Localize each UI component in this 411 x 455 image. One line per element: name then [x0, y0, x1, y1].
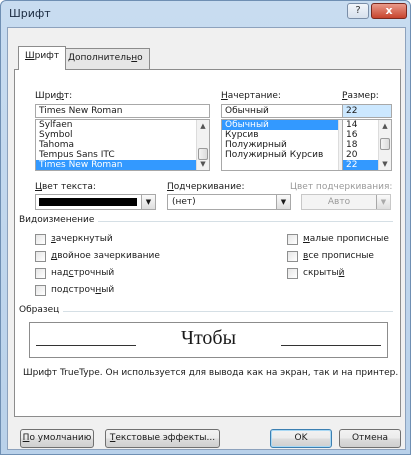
text-effects-button[interactable]: Текстовые эффекты... [105, 429, 220, 448]
underline-label: Подчеркивание: [167, 182, 245, 192]
size-label: Размер: [342, 91, 379, 101]
size-list-scrollbar[interactable]: ▲ ▼ [378, 120, 391, 170]
preview-divider [21, 311, 393, 312]
checkbox-box[interactable] [287, 268, 298, 279]
preview-box: Чтобы [29, 322, 388, 358]
underline-color-label: Цвет подчеркивания: [290, 182, 393, 192]
underline-value: (нет) [172, 197, 196, 207]
ok-button[interactable]: OK [270, 429, 332, 448]
checkbox-box[interactable] [287, 251, 298, 262]
tab-font-accel: Ш [25, 51, 35, 61]
list-item-selected[interactable]: Times New Roman [36, 160, 209, 170]
scroll-up-icon[interactable]: ▲ [379, 121, 391, 131]
scroll-down-icon[interactable]: ▼ [197, 159, 209, 169]
tab-advanced-label-rest: о [137, 53, 143, 63]
font-name-list[interactable]: Sylfaen Symbol Tahoma Tempus Sans ITC Ti… [35, 119, 210, 171]
preview-note: Шрифт TrueType. Он используется для выво… [23, 368, 399, 378]
tab-font[interactable]: Шрифт [18, 46, 67, 70]
list-item[interactable]: Полужирный [222, 140, 351, 150]
preview-title: Образец [19, 305, 64, 315]
checkbox-box[interactable] [287, 234, 298, 245]
close-icon: x [385, 4, 393, 17]
checkbox-box[interactable] [35, 268, 46, 279]
font-size-input[interactable]: 22 [342, 104, 392, 118]
chevron-down-icon[interactable]: ▼ [276, 195, 290, 209]
tab-advanced-label: Дополнитель [68, 53, 132, 63]
font-name-input[interactable]: Times New Roman [35, 104, 210, 118]
font-style-input[interactable]: Обычный [221, 104, 352, 118]
checkbox-box[interactable] [35, 285, 46, 296]
list-item[interactable]: Курсив [222, 130, 351, 140]
font-style-list[interactable]: Обычный Курсив Полужирный Полужирный Кур… [221, 119, 352, 171]
title-bar: Шрифт ? x [1, 1, 410, 27]
font-dialog: Шрифт ? x Шрифт Дополнительно Шрифт: Tim… [0, 0, 411, 455]
checkbox-label: малые прописные [303, 234, 389, 244]
checkbox-label: подстрочный [51, 285, 115, 295]
checkbox-label: все прописные [303, 251, 374, 261]
help-icon: ? [355, 5, 361, 16]
checkbox-box[interactable] [35, 234, 46, 245]
scroll-up-icon[interactable]: ▲ [197, 121, 209, 131]
font-size-list[interactable]: 14 16 18 20 22 ▲ ▼ [342, 119, 392, 171]
cancel-button[interactable]: Отмена [339, 429, 401, 448]
set-default-button[interactable]: По умолчанию [20, 429, 94, 448]
tab-font-label-rest: рифт [34, 51, 60, 61]
font-list-scrollbar[interactable]: ▲ ▼ [196, 120, 209, 170]
scroll-thumb[interactable] [380, 138, 390, 150]
checkbox-label: двойное зачеркивание [51, 251, 160, 261]
text-color-select[interactable]: ▼ [35, 194, 156, 210]
window-title: Шрифт [9, 7, 51, 20]
list-item[interactable]: Symbol [36, 130, 209, 140]
scroll-down-icon[interactable]: ▼ [379, 159, 391, 169]
list-item[interactable]: Sylfaen [36, 120, 209, 130]
effects-title: Видоизменение [19, 215, 99, 225]
list-item[interactable]: Полужирный Курсив [222, 150, 351, 160]
font-label: Шрифт: [35, 91, 73, 101]
help-button[interactable]: ? [347, 3, 369, 19]
checkbox-label: надстрочный [51, 268, 115, 278]
underline-select[interactable]: (нет) ▼ [167, 194, 291, 210]
checkbox-label: скрытый [303, 268, 345, 278]
chevron-down-icon[interactable]: ▼ [141, 195, 155, 209]
list-item-selected[interactable]: Обычный [222, 120, 351, 130]
color-swatch [39, 198, 137, 206]
checkbox-label: зачеркнутый [51, 234, 113, 244]
list-item[interactable]: Tahoma [36, 140, 209, 150]
text-color-label: Цвет текста: [35, 182, 96, 192]
preview-sample-text: Чтобы [180, 327, 237, 349]
underline-color-value: Авто [327, 197, 351, 207]
tab-advanced[interactable]: Дополнительно [61, 48, 150, 69]
underline-color-select: Авто ▼ [301, 194, 391, 210]
dialog-client: Шрифт Дополнительно Шрифт: Times New Rom… [7, 27, 406, 450]
close-button[interactable]: x [371, 3, 407, 19]
list-item[interactable]: Tempus Sans ITC [36, 150, 209, 160]
style-label: Начертание: [221, 91, 281, 101]
checkbox-box[interactable] [35, 251, 46, 262]
font-tab-page: Шрифт: Times New Roman Sylfaen Symbol Ta… [14, 69, 401, 417]
chevron-down-icon: ▼ [376, 195, 390, 209]
